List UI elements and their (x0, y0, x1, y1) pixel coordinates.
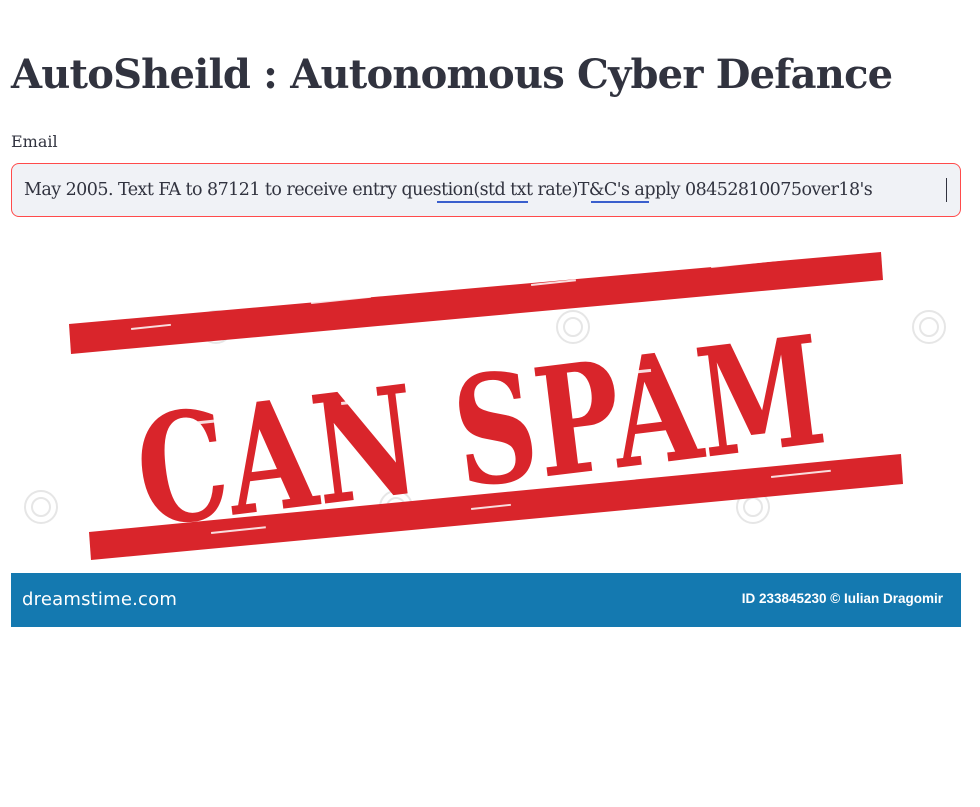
dreamstime-logo: dreamstime.com (22, 589, 178, 610)
can-spam-image: CAN SPAM (11, 232, 961, 573)
image-credit: ID 233845230 © Iulian Dragomir (741, 591, 943, 606)
email-label: Email (11, 132, 58, 151)
email-input[interactable] (11, 163, 961, 217)
page-title: AutoSheild : Autonomous Cyber Defance (11, 51, 893, 98)
can-spam-stamp: CAN SPAM (24, 252, 946, 561)
image-footer-bar: dreamstime.com ID 233845230 © Iulian Dra… (11, 573, 961, 627)
